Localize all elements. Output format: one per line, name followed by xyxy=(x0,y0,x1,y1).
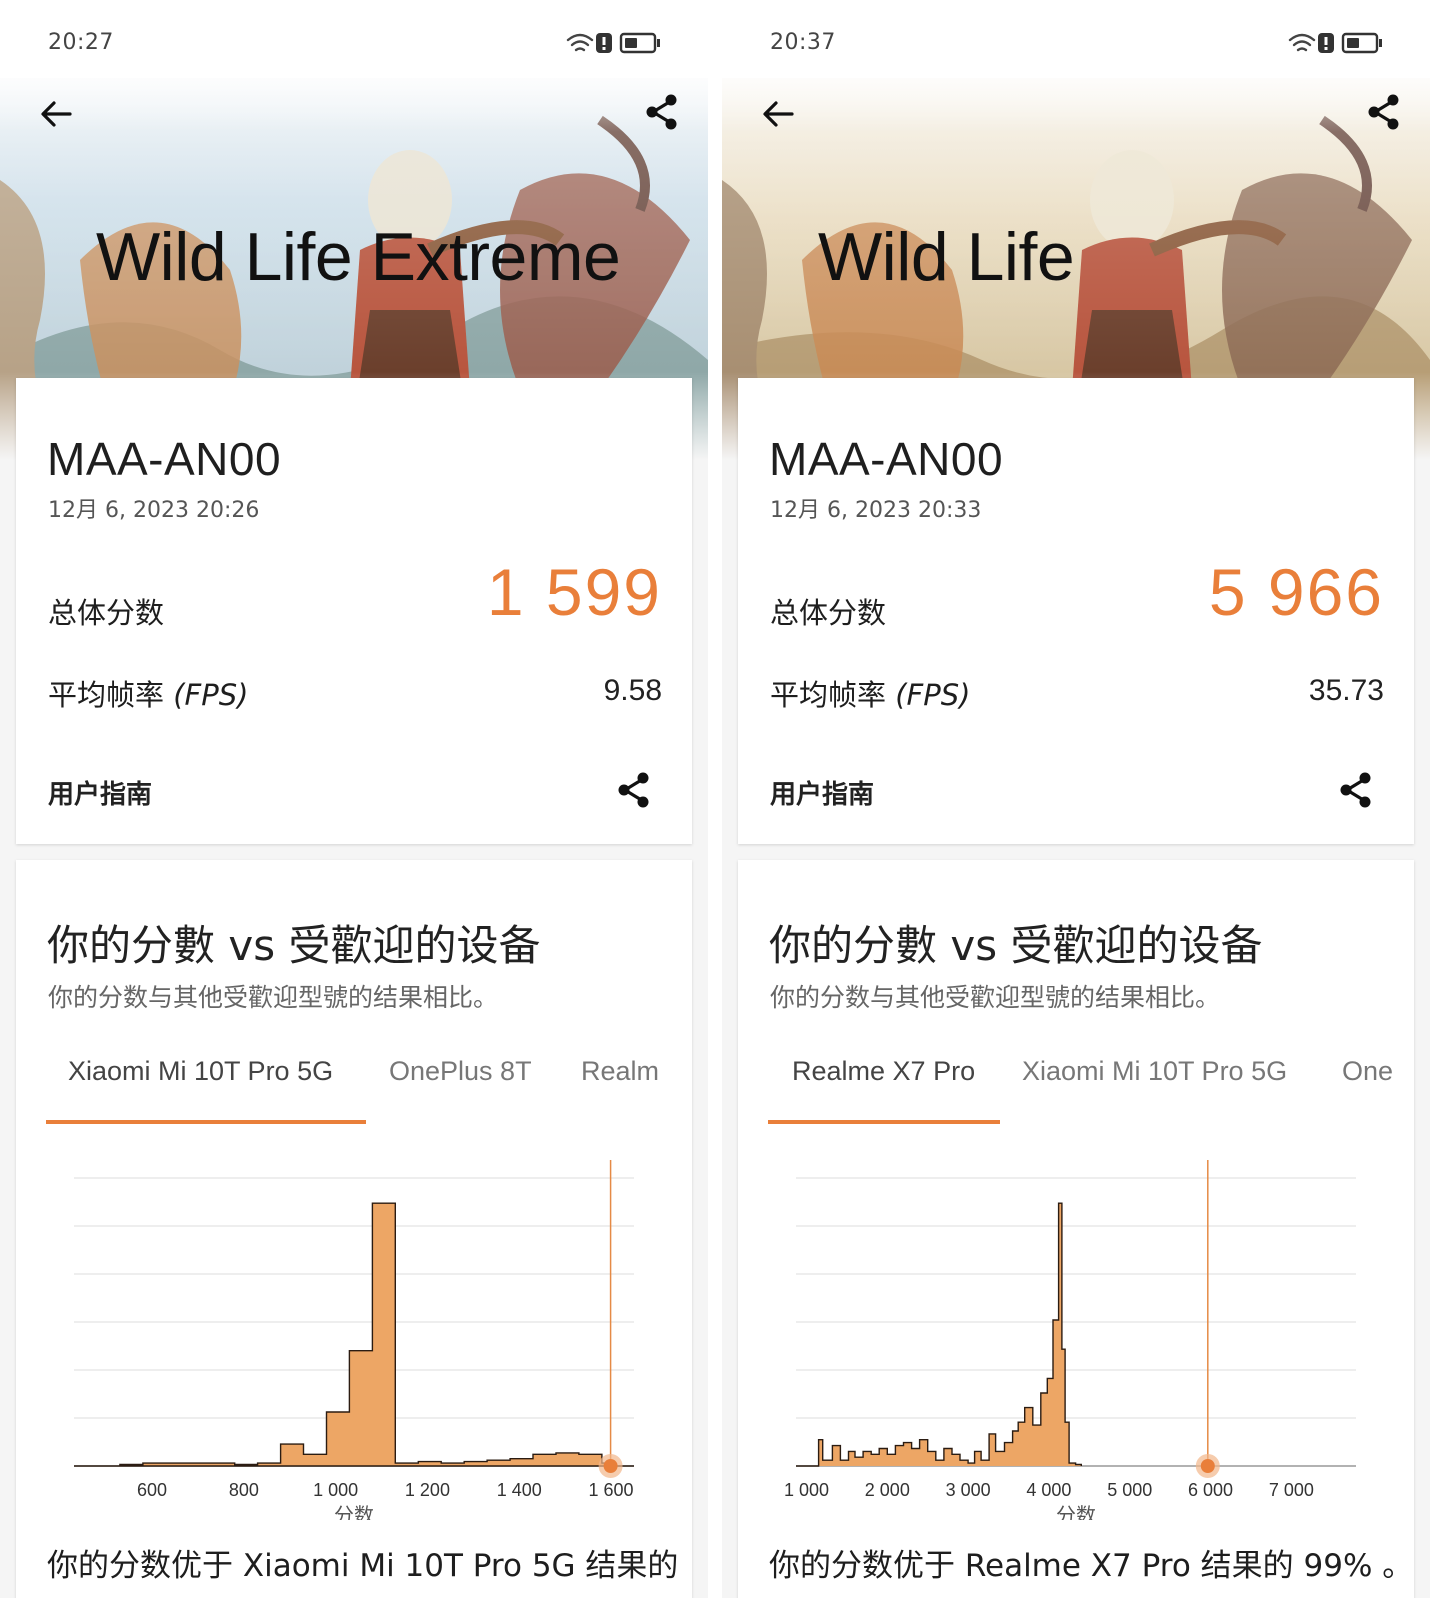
x-tick-label: 4 000 xyxy=(1026,1480,1071,1500)
x-tick-label: 800 xyxy=(229,1480,259,1500)
back-arrow-icon[interactable] xyxy=(36,94,76,134)
test-date: 12月 6, 2023 20:26 xyxy=(48,498,260,523)
x-tick-label: 2 000 xyxy=(865,1480,910,1500)
avg-fps-label: 平均帧率 (FPS) xyxy=(48,672,248,714)
distribution-chart-svg: 600 800 1 000 1 200 1 400 1 600 分数 xyxy=(74,1160,634,1520)
tab-device-3[interactable]: One xyxy=(1342,1056,1393,1087)
share-icon[interactable] xyxy=(1336,770,1376,810)
share-icon[interactable] xyxy=(642,92,682,132)
status-bar: 20:27 xyxy=(0,0,708,78)
comparison-title: 你的分數 vs 受歡迎的设备 xyxy=(47,921,541,970)
comparison-result-text: 你的分数优于 Xiaomi Mi 10T Pro 5G 结果的 xyxy=(47,1548,679,1584)
distribution-chart-svg: 1 000 2 000 3 000 4 000 5 000 6 000 7 000 分数 xyxy=(784,1160,1356,1520)
x-tick-label: 1 600 xyxy=(589,1480,634,1500)
user-guide-link[interactable]: 用户指南 xyxy=(770,774,874,811)
avg-fps-label: 平均帧率 (FPS) xyxy=(770,672,970,714)
comparison-subtitle: 你的分数与其他受歡迎型號的结果相比。 xyxy=(48,983,499,1012)
overall-score-label: 总体分数 xyxy=(770,596,887,630)
avg-fps-value: 9.58 xyxy=(603,674,662,707)
share-icon[interactable] xyxy=(1364,92,1404,132)
tab-device-2[interactable]: Xiaomi Mi 10T Pro 5G xyxy=(1022,1056,1287,1087)
x-tick-label: 600 xyxy=(137,1480,167,1500)
test-title: Wild Life xyxy=(818,219,1075,295)
device-name: MAA-AN00 xyxy=(47,433,282,485)
wifi-icon xyxy=(1288,33,1316,52)
tab-device-1[interactable]: Realme X7 Pro xyxy=(792,1056,975,1087)
result-card: MAA-AN00 12月 6, 2023 20:33 总体分数 5 966 平均… xyxy=(738,378,1414,844)
x-tick-label: 6 000 xyxy=(1188,1480,1233,1500)
comparison-title: 你的分數 vs 受歡迎的设备 xyxy=(769,921,1263,970)
score-distribution-chart: 1 000 2 000 3 000 4 000 5 000 6 000 7 000 分数 xyxy=(738,1140,1414,1520)
x-tick-label: 1 000 xyxy=(784,1480,829,1500)
test-date: 12月 6, 2023 20:33 xyxy=(770,498,982,523)
x-tick-label: 1 400 xyxy=(497,1480,542,1500)
test-title: Wild Life Extreme xyxy=(96,219,621,295)
distribution-area xyxy=(74,1202,634,1467)
phone-screen-right: 20:37 Wild Life MAA-AN00 12月 6, 2023 20:… xyxy=(722,0,1430,1598)
comparison-subtitle: 你的分数与其他受歡迎型號的结果相比。 xyxy=(770,983,1221,1012)
status-icons xyxy=(1288,32,1382,54)
comparison-card: 你的分數 vs 受歡迎的设备 你的分数与其他受歡迎型號的结果相比。 Realme… xyxy=(738,860,1414,1598)
active-tab-indicator xyxy=(46,1120,366,1124)
avg-fps-label-suffix: (FPS) xyxy=(895,678,971,712)
status-bar: 20:37 xyxy=(722,0,1430,78)
comparison-result-text: 你的分数优于 Realme X7 Pro 结果的 99% 。 xyxy=(769,1548,1414,1584)
tab-device-2[interactable]: OnePlus 8T xyxy=(389,1056,532,1087)
comparison-card: 你的分數 vs 受歡迎的设备 你的分数与其他受歡迎型號的结果相比。 Xiaomi… xyxy=(16,860,692,1598)
device-tabs: Realme X7 Pro Xiaomi Mi 10T Pro 5G One xyxy=(768,1032,1398,1124)
x-tick-label: 1 000 xyxy=(313,1480,358,1500)
x-tick-label: 1 200 xyxy=(405,1480,450,1500)
x-axis-label: 分数 xyxy=(1056,1503,1096,1520)
user-guide-link[interactable]: 用户指南 xyxy=(48,774,152,811)
x-axis-label: 分数 xyxy=(334,1503,374,1520)
phone-screen-left: 20:27 Wild Life Extreme MAA-AN00 12月 6, … xyxy=(0,0,708,1598)
avg-fps-label-suffix: (FPS) xyxy=(173,678,249,712)
avg-fps-value: 35.73 xyxy=(1308,674,1384,707)
your-score-marker-dot xyxy=(1200,1459,1215,1473)
device-tabs: Xiaomi Mi 10T Pro 5G OnePlus 8T Realm xyxy=(46,1032,676,1124)
overall-score-value: 1 599 xyxy=(486,555,662,629)
overall-score-value: 5 966 xyxy=(1208,555,1384,629)
status-icons xyxy=(566,32,660,54)
distribution-area xyxy=(796,1202,1082,1467)
screenshot-stage: 20:27 Wild Life Extreme MAA-AN00 12月 6, … xyxy=(0,0,1442,1598)
avg-fps-label-text: 平均帧率 xyxy=(48,678,165,712)
tab-device-3[interactable]: Realm xyxy=(581,1056,659,1087)
status-time: 20:37 xyxy=(770,30,836,55)
tab-device-1[interactable]: Xiaomi Mi 10T Pro 5G xyxy=(68,1056,333,1087)
battery-icon xyxy=(1341,32,1382,54)
overall-score-label: 总体分数 xyxy=(48,596,165,630)
score-distribution-chart: 600 800 1 000 1 200 1 400 1 600 分数 xyxy=(16,1140,692,1520)
device-name: MAA-AN00 xyxy=(769,433,1004,485)
x-tick-label: 7 000 xyxy=(1269,1480,1314,1500)
active-tab-indicator xyxy=(768,1120,1000,1124)
avg-fps-label-text: 平均帧率 xyxy=(770,678,887,712)
share-icon[interactable] xyxy=(614,770,654,810)
back-arrow-icon[interactable] xyxy=(758,94,798,134)
x-tick-label: 5 000 xyxy=(1107,1480,1152,1500)
result-card: MAA-AN00 12月 6, 2023 20:26 总体分数 1 599 平均… xyxy=(16,378,692,844)
x-tick-label: 3 000 xyxy=(946,1480,991,1500)
battery-icon xyxy=(619,32,660,54)
status-time: 20:27 xyxy=(48,30,114,55)
your-score-marker-dot xyxy=(603,1459,618,1473)
wifi-icon xyxy=(566,33,594,52)
